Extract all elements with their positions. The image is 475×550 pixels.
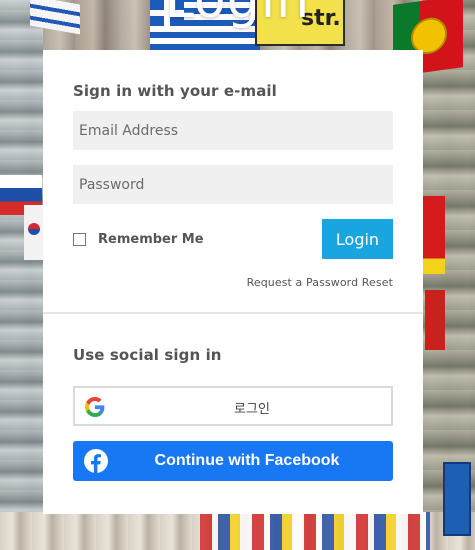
page-title: Login xyxy=(164,0,311,30)
background-flag-korea xyxy=(24,205,44,260)
background-building-left xyxy=(0,0,43,550)
login-button[interactable]: Login xyxy=(322,219,393,259)
google-login-label: 로그인 xyxy=(234,402,270,417)
remember-me-checkbox[interactable] xyxy=(73,233,86,246)
email-signin-section: Sign in with your e-mail Remember Me Log… xyxy=(43,50,423,313)
google-login-button[interactable]: 로그인 xyxy=(73,386,393,426)
background-bottom-flags xyxy=(200,512,430,550)
password-reset-link[interactable]: Request a Password Reset xyxy=(247,276,393,289)
background-flag-red xyxy=(423,196,445,274)
facebook-login-label: Continue with Facebook xyxy=(154,452,340,469)
email-input[interactable] xyxy=(73,111,393,150)
background-flag-red-lower xyxy=(425,290,445,350)
social-signin-heading: Use social sign in xyxy=(73,346,222,364)
remember-me-label: Remember Me xyxy=(98,232,204,247)
login-card: Sign in with your e-mail Remember Me Log… xyxy=(43,50,423,514)
section-divider xyxy=(43,312,423,314)
email-signin-heading: Sign in with your e-mail xyxy=(73,82,277,100)
remember-me-toggle[interactable]: Remember Me xyxy=(73,232,204,247)
background-blue-sign xyxy=(443,462,471,536)
facebook-login-button[interactable]: Continue with Facebook xyxy=(73,441,393,481)
password-input[interactable] xyxy=(73,165,393,204)
login-page: str. Login Sign in with your e-mail Reme… xyxy=(0,0,475,550)
